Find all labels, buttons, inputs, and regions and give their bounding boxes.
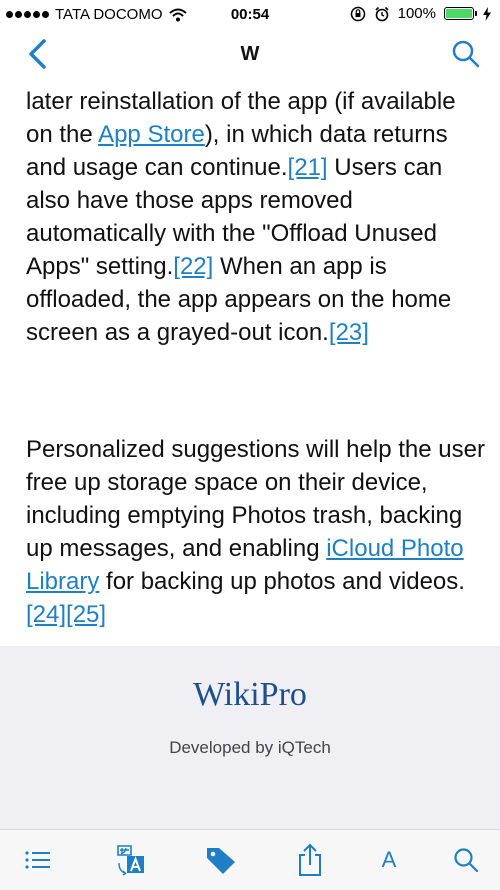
share-icon <box>299 843 321 876</box>
bottom-toolbar: A <box>0 829 500 890</box>
contents-button[interactable] <box>20 842 56 878</box>
status-right: 100% <box>350 5 492 22</box>
charging-bolt-icon <box>483 6 491 21</box>
article-content: later reinstallation of the app (if avai… <box>26 85 486 631</box>
language-button[interactable] <box>113 842 149 878</box>
reference-link-22[interactable]: [22] <box>173 253 213 280</box>
battery-percent: 100% <box>397 5 436 22</box>
article-paragraph: Personalized suggestions will help the u… <box>26 433 486 631</box>
developer-credit: Developed by iQTech <box>169 738 331 757</box>
reference-link-23[interactable]: [23] <box>329 319 369 346</box>
navigation-bar: W <box>0 30 500 80</box>
page-title: W <box>240 43 260 65</box>
search-icon <box>454 848 479 873</box>
reference-link-25[interactable]: [25] <box>66 601 106 628</box>
reference-link-24[interactable]: [24] <box>26 601 66 628</box>
alarm-icon <box>375 6 389 21</box>
article-paragraph: later reinstallation of the app (if avai… <box>26 85 486 349</box>
orientation-lock-icon <box>350 6 365 21</box>
status-bar: TATA DOCOMO 00:54 100% <box>0 0 500 30</box>
search-tab-button[interactable] <box>448 842 484 878</box>
app-logo: WikiPro <box>193 676 307 713</box>
translate-icon <box>117 845 144 876</box>
paragraph-text: for backing up photos and videos. <box>99 568 465 595</box>
reference-link-21[interactable]: [21] <box>288 154 328 181</box>
app-footer: WikiPro Developed by iQTech <box>0 646 500 829</box>
search-icon <box>452 40 480 68</box>
battery-icon <box>444 7 477 20</box>
list-icon <box>25 851 50 869</box>
tags-button[interactable] <box>203 842 239 878</box>
font-size-button[interactable]: A <box>371 842 407 878</box>
link-app-store[interactable]: App Store <box>98 121 205 148</box>
tag-icon <box>207 848 235 874</box>
share-button[interactable] <box>292 842 328 878</box>
search-button[interactable] <box>450 38 482 70</box>
